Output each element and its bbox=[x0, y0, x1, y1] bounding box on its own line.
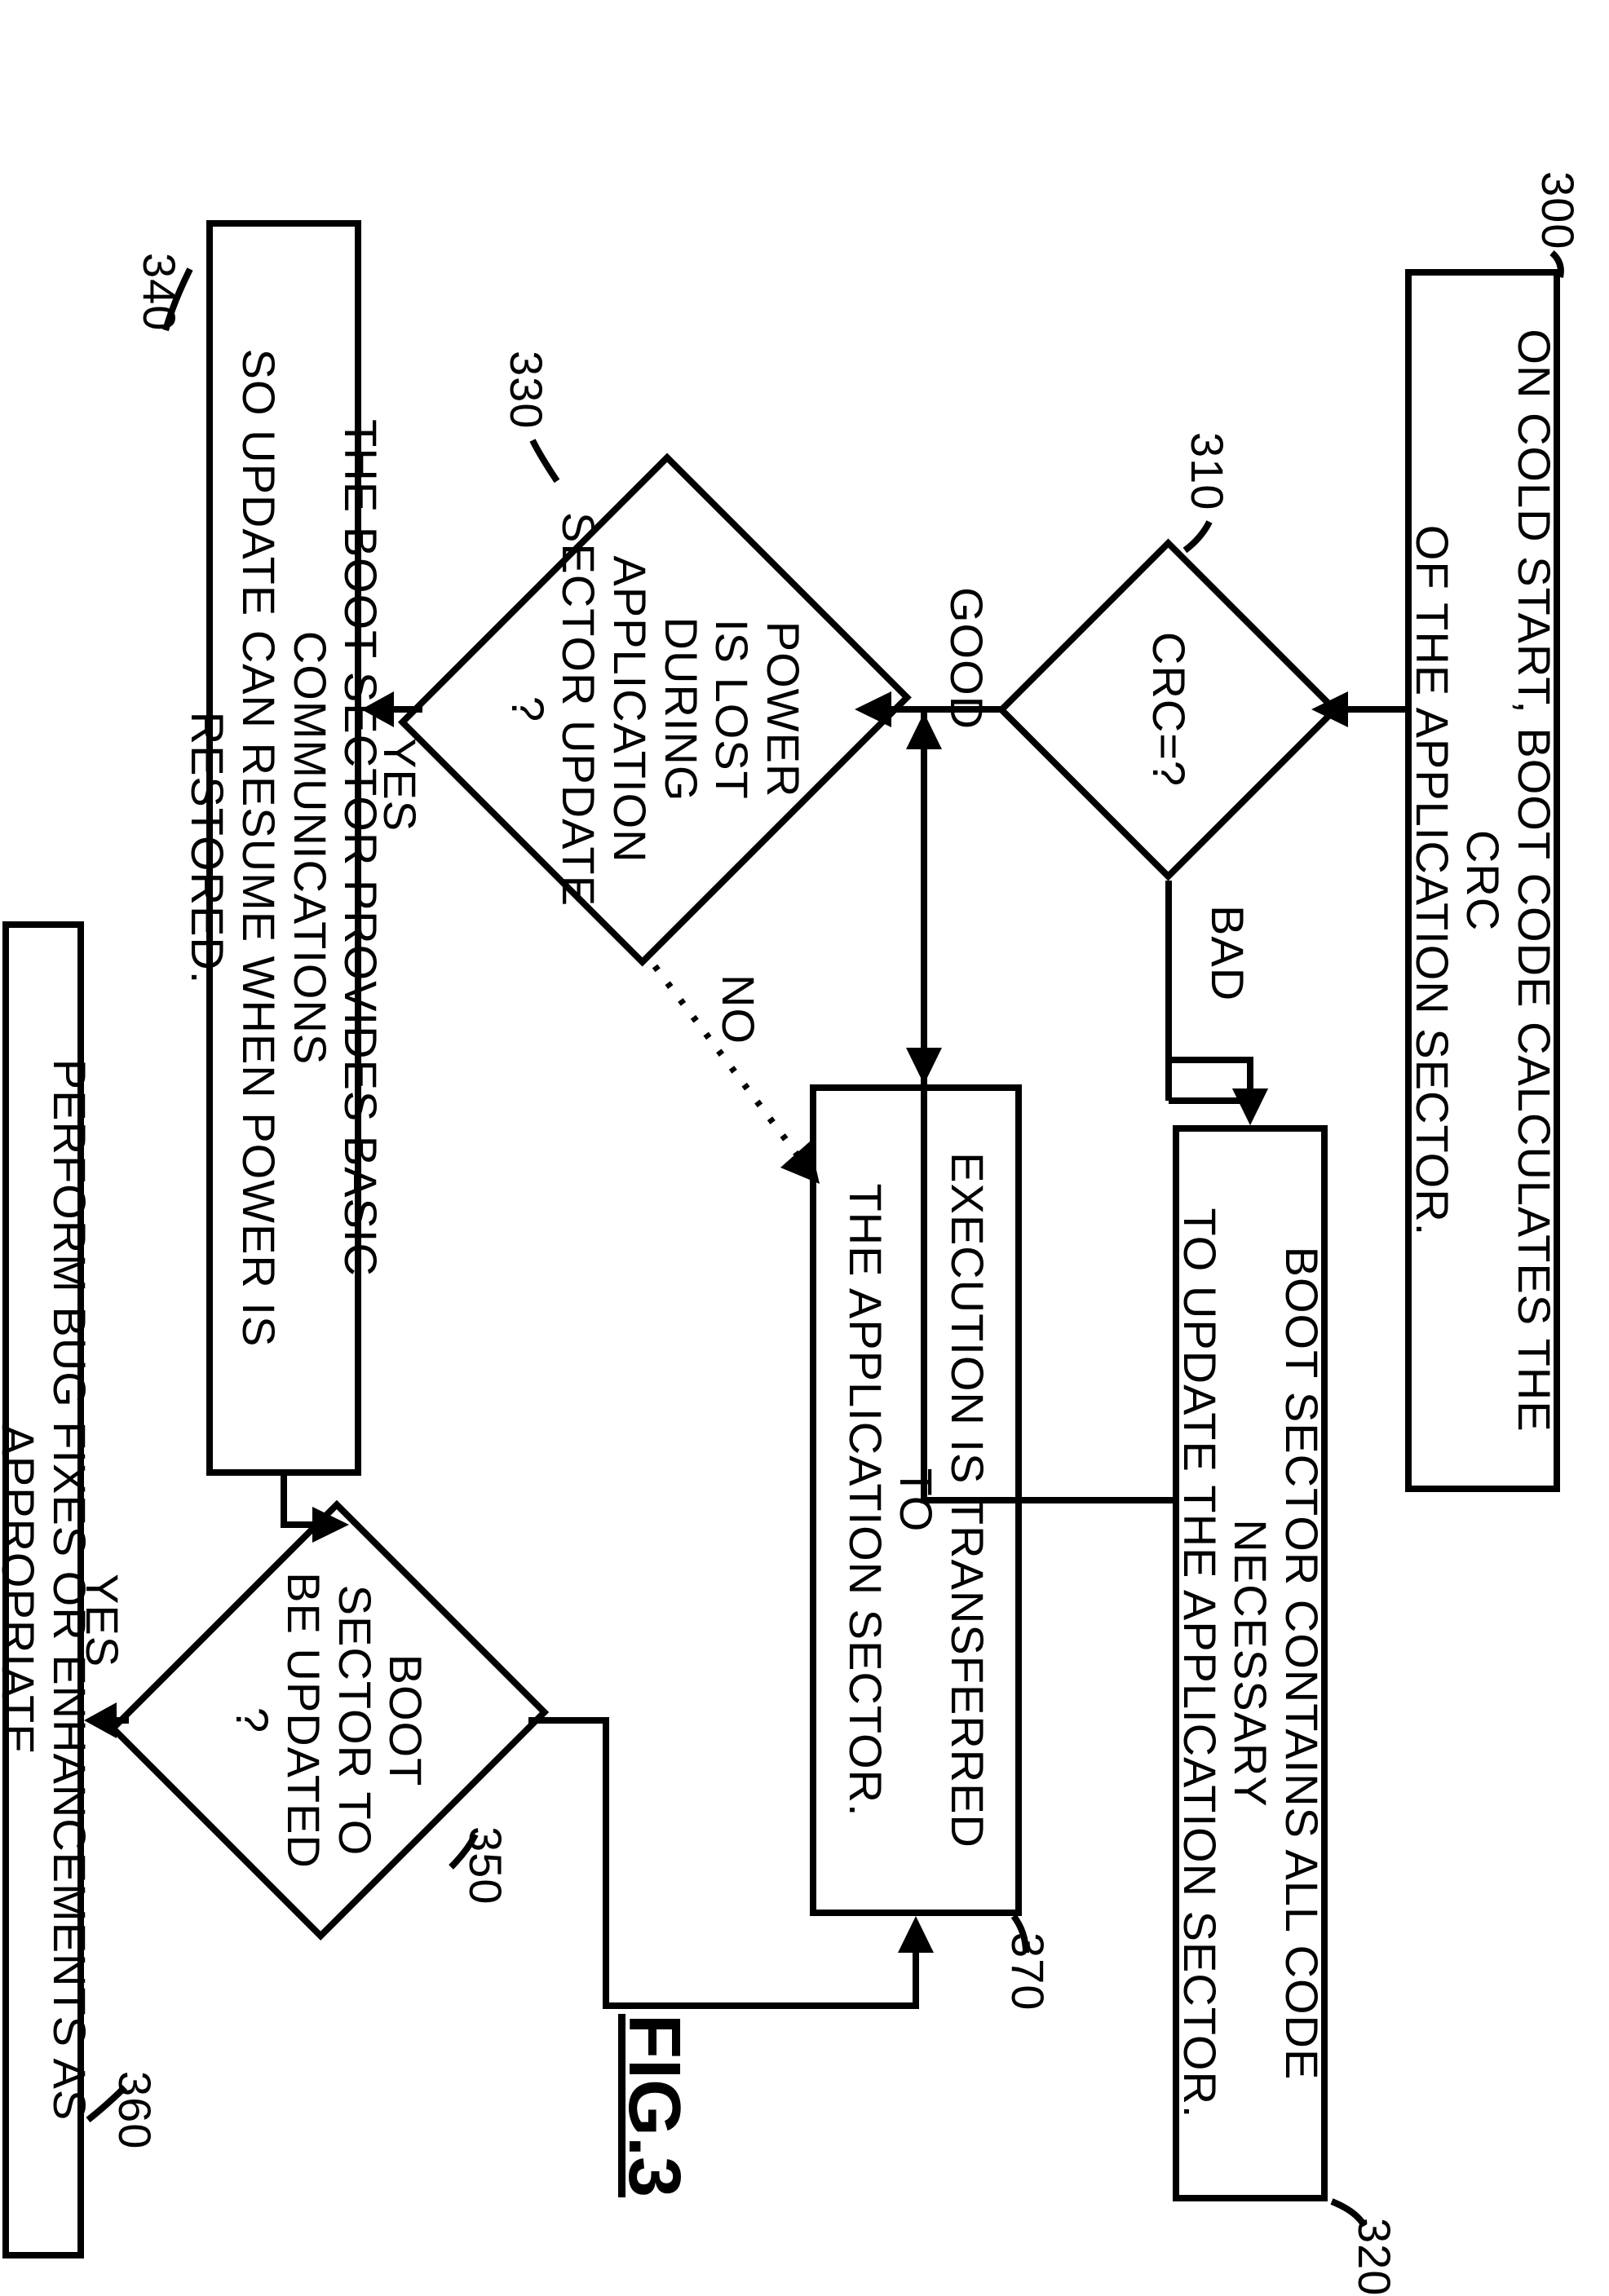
ref-310: 310 bbox=[1181, 432, 1234, 510]
ref-360: 360 bbox=[108, 2071, 161, 2149]
decision-crc-bad: BAD bbox=[1201, 905, 1254, 1001]
process-boot-comm: THE BOOT SECTOR PROVIDES BASIC COMMUNICA… bbox=[206, 220, 361, 1476]
decision-crc-good: GOOD bbox=[940, 587, 993, 730]
ref-340: 340 bbox=[133, 253, 186, 331]
process-boot-comm-text: THE BOOT SECTOR PROVIDES BASIC COMMUNICA… bbox=[182, 251, 387, 1445]
ref-320: 320 bbox=[1348, 2218, 1401, 2296]
process-bugfix-text: PERFORM BUG FIXES OR ENHANCEMENTS AS APP… bbox=[0, 952, 95, 2228]
ref-350: 350 bbox=[459, 1826, 512, 1905]
process-boot-sector-code: BOOT SECTOR CONTAINS ALL CODE NECESSARY … bbox=[1173, 1125, 1328, 2201]
process-boot-sector-code-text: BOOT SECTOR CONTAINS ALL CODE NECESSARY … bbox=[1174, 1156, 1327, 2170]
process-exec-transfer: EXECUTION IS TRANSFERRED TO THE APPLICAT… bbox=[810, 1084, 1022, 1916]
decision-crc-text: CRC=? bbox=[1143, 632, 1195, 787]
process-exec-transfer-text: EXECUTION IS TRANSFERRED TO THE APPLICAT… bbox=[839, 1115, 992, 1885]
decision-crc: CRC=? bbox=[997, 538, 1340, 881]
decision-boot-update-text: BOOT SECTOR TO BE UPDATED ? bbox=[227, 1572, 431, 1869]
figure-label: FIG.3 bbox=[612, 2014, 696, 2197]
process-cold-start: ON COLD START, BOOT CODE CALCULATES THE … bbox=[1405, 269, 1560, 1492]
decision-power-lost-no: NO bbox=[712, 974, 765, 1044]
process-cold-start-text: ON COLD START, BOOT CODE CALCULATES THE … bbox=[1406, 300, 1559, 1461]
process-bugfix: PERFORM BUG FIXES OR ENHANCEMENTS AS APP… bbox=[2, 921, 84, 2258]
ref-330: 330 bbox=[500, 351, 553, 429]
ref-370: 370 bbox=[1001, 1932, 1054, 2011]
decision-power-lost: POWER IS LOST DURING APPLICATION SECTOR … bbox=[410, 440, 900, 978]
flowchart-canvas: ON COLD START, BOOT CODE CALCULATES THE … bbox=[0, 0, 1609, 2281]
decision-power-lost-text: POWER IS LOST DURING APPLICATION SECTOR … bbox=[502, 506, 808, 913]
ref-300: 300 bbox=[1532, 171, 1585, 249]
